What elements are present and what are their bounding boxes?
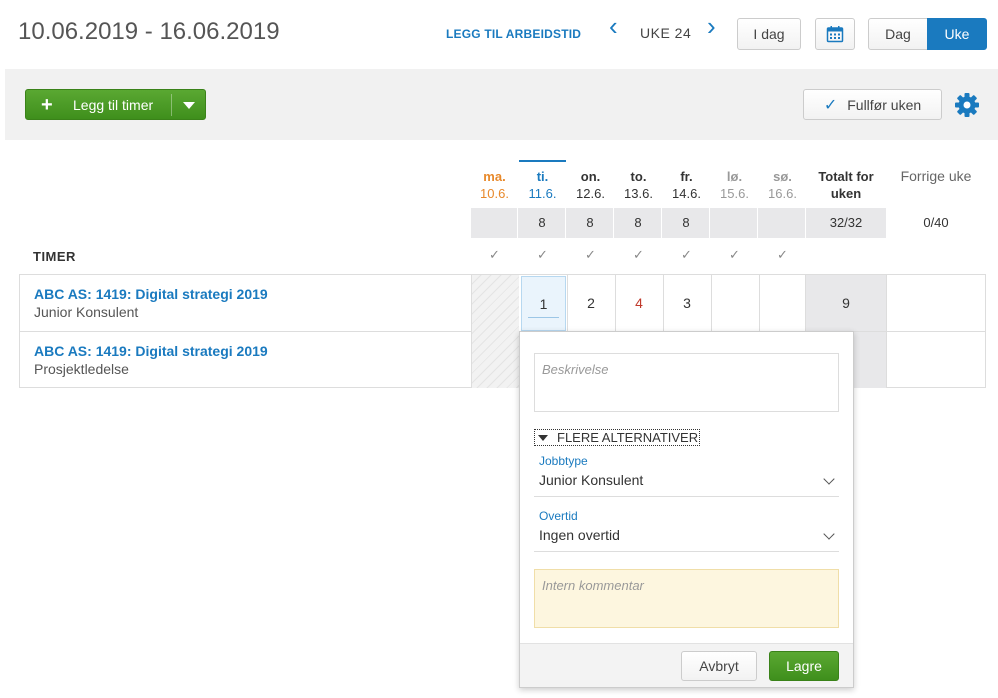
day-date: 12.6. — [576, 186, 605, 201]
calendar-icon — [826, 26, 844, 43]
overtime-label: Overtid — [539, 509, 578, 523]
complete-week-button[interactable]: ✓ Fullfør uken — [803, 89, 942, 120]
hours-value: 1 — [539, 296, 548, 312]
approve-check-icon[interactable]: ✓ — [615, 247, 662, 263]
caret-down-icon[interactable] — [183, 102, 195, 109]
check-icon: ✓ — [823, 96, 838, 114]
day-date: 11.6. — [528, 186, 557, 201]
add-hours-button[interactable]: + Legg til timer — [25, 89, 206, 120]
hours-cell-fri[interactable]: 3 — [663, 275, 710, 331]
row-total: 9 — [842, 295, 850, 311]
input-underline — [528, 317, 559, 318]
overtime-value: Ingen overtid — [539, 527, 620, 543]
day-name: ma. — [483, 169, 506, 184]
chevron-down-icon — [823, 528, 835, 540]
more-options-toggle[interactable]: FLERE ALTERNATIVER — [534, 429, 701, 446]
hours-cell-sun[interactable] — [759, 275, 806, 331]
role-label: Junior Konsulent — [34, 304, 139, 320]
calendar-button[interactable] — [815, 18, 855, 50]
approve-check-icon[interactable]: ✓ — [567, 247, 614, 263]
save-button[interactable]: Lagre — [769, 651, 839, 681]
day-date: 13.6. — [624, 186, 653, 201]
project-link[interactable]: ABC AS: 1419: Digital strategi 2019 — [34, 286, 268, 302]
day-name: to. — [630, 169, 647, 184]
jobtype-label: Jobbtype — [539, 454, 588, 468]
day-header-thu[interactable]: to. 13.6. — [615, 160, 662, 206]
locked-day-hatch — [471, 275, 519, 388]
role-label: Prosjektledelse — [34, 361, 129, 377]
project-link[interactable]: ABC AS: 1419: Digital strategi 2019 — [34, 343, 268, 359]
day-name: sø. — [773, 169, 792, 184]
hours-input-tue[interactable]: 1 — [521, 276, 566, 331]
approve-check-icon[interactable]: ✓ — [471, 247, 518, 263]
day-name: on. — [580, 169, 601, 184]
day-date: 16.6. — [768, 186, 797, 201]
day-header-fri[interactable]: fr. 14.6. — [663, 160, 710, 206]
cancel-button[interactable]: Avbryt — [681, 651, 757, 681]
week-view-button[interactable]: Uke — [927, 18, 987, 50]
section-label: TIMER — [33, 249, 76, 264]
week-total-sum: 32/32 — [829, 215, 863, 230]
day-sum: 8 — [567, 208, 614, 238]
day-header-sat[interactable]: lø. 15.6. — [711, 160, 758, 206]
description-textarea[interactable]: Beskrivelse — [534, 353, 839, 412]
day-header-sun[interactable]: sø. 16.6. — [759, 160, 806, 206]
complete-week-label: Fullfør uken — [847, 96, 922, 113]
date-range-title: 10.06.2019 - 16.06.2019 — [18, 18, 280, 45]
week-total-header: Totalt for uken — [818, 169, 874, 201]
hours-cell-thu[interactable]: 4 — [615, 275, 662, 331]
approve-check-icon[interactable]: ✓ — [711, 247, 758, 263]
more-options-label: FLERE ALTERNATIVER — [557, 430, 699, 445]
day-sum — [759, 208, 806, 238]
add-worktime-link[interactable]: LEGG TIL ARBEIDSTID — [446, 27, 581, 41]
prev-week-sum: 0/40 — [923, 215, 949, 230]
approve-check-icon[interactable]: ✓ — [663, 247, 710, 263]
split-divider — [171, 94, 172, 116]
day-header-tue[interactable]: ti. 11.6. — [519, 160, 566, 206]
next-week-chevron-icon[interactable]: › — [707, 13, 716, 39]
day-name: ti. — [536, 169, 549, 184]
internal-comment-textarea[interactable]: Intern kommentar — [534, 569, 839, 628]
triangle-down-icon — [538, 435, 548, 441]
add-hours-label: Legg til timer — [73, 96, 154, 113]
day-sum: 8 — [615, 208, 662, 238]
day-sum — [711, 208, 758, 238]
day-date: 14.6. — [672, 186, 701, 201]
prev-week-header: Forrige uke — [900, 168, 972, 184]
plus-icon: + — [41, 93, 53, 116]
column-divider — [886, 275, 887, 388]
overtime-select[interactable]: Ingen overtid — [534, 522, 839, 552]
day-name: lø. — [726, 169, 743, 184]
day-view-button[interactable]: Dag — [868, 18, 928, 50]
approve-check-icon[interactable]: ✓ — [759, 247, 806, 263]
hours-cell-wed[interactable]: 2 — [567, 275, 614, 331]
settings-gear-icon[interactable] — [953, 91, 981, 119]
prev-week-chevron-icon[interactable]: ‹ — [609, 13, 618, 39]
week-label: UKE 24 — [640, 25, 692, 41]
approve-check-icon[interactable]: ✓ — [519, 247, 566, 263]
jobtype-value: Junior Konsulent — [539, 472, 644, 488]
chevron-down-icon — [823, 473, 835, 485]
hours-cell-sat[interactable] — [711, 275, 758, 331]
day-sum: 8 — [519, 208, 566, 238]
day-header-wed[interactable]: on. 12.6. — [567, 160, 614, 206]
day-name: fr. — [680, 169, 693, 184]
today-button[interactable]: I dag — [737, 18, 801, 50]
day-date: 15.6. — [720, 186, 749, 201]
day-header-mon[interactable]: ma. 10.6. — [471, 160, 518, 206]
day-sum: 8 — [663, 208, 710, 238]
day-sum — [471, 208, 518, 238]
day-date: 10.6. — [480, 186, 509, 201]
jobtype-select[interactable]: Junior Konsulent — [534, 467, 839, 497]
